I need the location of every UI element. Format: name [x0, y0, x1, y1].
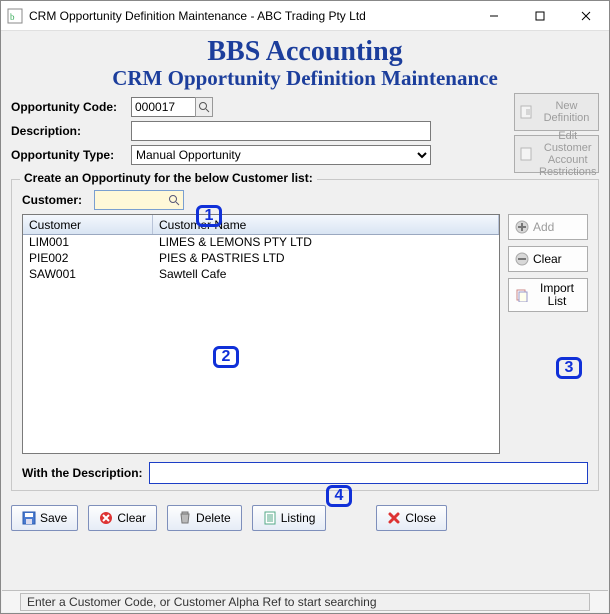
app-title: BBS Accounting	[11, 37, 599, 66]
save-button[interactable]: Save	[11, 505, 78, 531]
close-button[interactable]: Close	[376, 505, 447, 531]
grid-body: LIM001 LIMES & LEMONS PTY LTD PIE002 PIE…	[23, 235, 499, 283]
grid-col-customer[interactable]: Customer	[23, 215, 153, 234]
customer-list-groupbox: Create an Opportinuty for the below Cust…	[11, 179, 599, 491]
delete-icon	[178, 511, 192, 525]
opportunity-code-label: Opportunity Code:	[11, 100, 131, 114]
import-icon	[515, 288, 529, 302]
app-icon: b	[7, 8, 23, 24]
maximize-button[interactable]	[517, 1, 563, 31]
clear-icon	[99, 511, 113, 525]
app-subtitle: CRM Opportunity Definition Maintenance	[11, 66, 599, 91]
close-window-button[interactable]	[563, 1, 609, 31]
customer-lookup[interactable]	[94, 190, 184, 210]
edit-customer-restrictions-button[interactable]: Edit Customer Account Restrictions	[514, 135, 599, 173]
status-bar: Enter a Customer Code, or Customer Alpha…	[2, 590, 608, 612]
window-title: CRM Opportunity Definition Maintenance -…	[29, 9, 471, 23]
listing-button[interactable]: Listing	[252, 505, 327, 531]
customer-input[interactable]	[95, 191, 165, 209]
table-row[interactable]: PIE002 PIES & PASTRIES LTD	[23, 251, 499, 267]
opportunity-type-label: Opportunity Type:	[11, 148, 131, 162]
plus-icon	[515, 220, 529, 234]
customer-label: Customer:	[22, 193, 94, 207]
import-list-button[interactable]: Import List	[508, 278, 588, 312]
minus-icon	[515, 252, 529, 266]
new-definition-icon	[519, 104, 535, 120]
customer-grid[interactable]: Customer Customer Name LIM001 LIMES & LE…	[22, 214, 500, 454]
with-description-input[interactable]	[149, 462, 588, 484]
grid-col-customer-name[interactable]: Customer Name	[153, 215, 499, 234]
svg-text:b: b	[10, 12, 15, 22]
close-icon	[387, 511, 401, 525]
opportunity-type-select[interactable]: Manual Opportunity	[131, 145, 431, 165]
bottom-toolbar: Save Clear Delete Listing Close	[1, 491, 609, 537]
customer-search-icon[interactable]	[165, 191, 183, 209]
with-description-label: With the Description:	[22, 466, 143, 480]
save-icon	[22, 511, 36, 525]
opportunity-code-input[interactable]	[131, 97, 196, 117]
add-button[interactable]: Add	[508, 214, 588, 240]
titlebar: b CRM Opportunity Definition Maintenance…	[1, 1, 609, 31]
listing-icon	[263, 511, 277, 525]
status-message: Enter a Customer Code, or Customer Alpha…	[20, 593, 590, 611]
opportunity-code-lookup[interactable]	[195, 97, 213, 117]
new-definition-button[interactable]: New Definition	[514, 93, 599, 131]
clear-list-button[interactable]: Clear	[508, 246, 588, 272]
minimize-button[interactable]	[471, 1, 517, 31]
search-icon	[198, 101, 210, 113]
clear-button[interactable]: Clear	[88, 505, 157, 531]
table-row[interactable]: LIM001 LIMES & LEMONS PTY LTD	[23, 235, 499, 251]
table-row[interactable]: SAW001 Sawtell Cafe	[23, 267, 499, 283]
grid-header: Customer Customer Name	[23, 215, 499, 235]
description-label: Description:	[11, 124, 131, 138]
description-input[interactable]	[131, 121, 431, 141]
delete-button[interactable]: Delete	[167, 505, 242, 531]
groupbox-title: Create an Opportinuty for the below Cust…	[20, 171, 317, 185]
edit-restrictions-icon	[519, 146, 535, 162]
